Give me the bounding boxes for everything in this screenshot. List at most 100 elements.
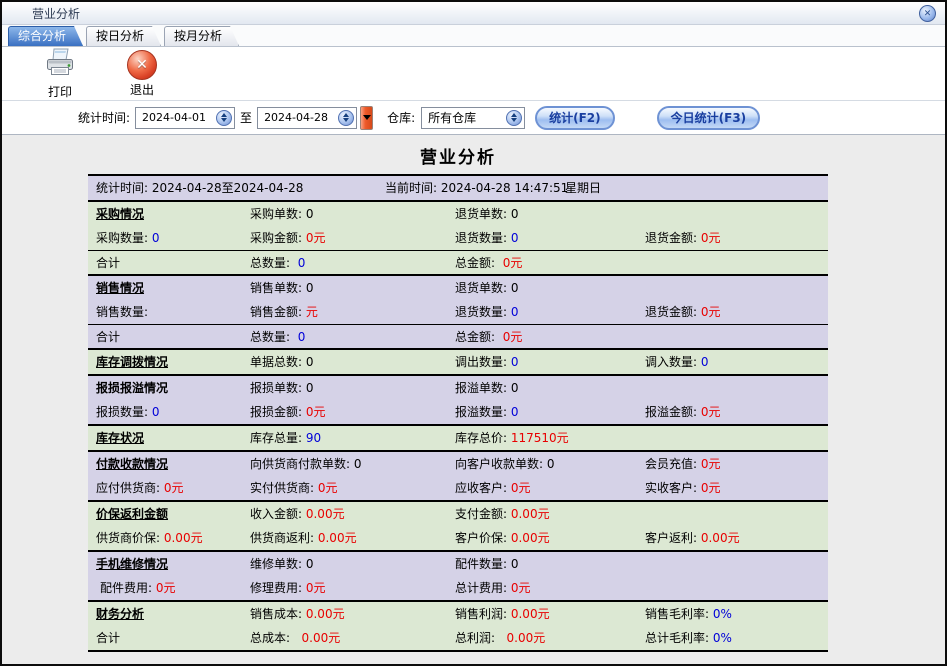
report-cell: 付款收款情况	[96, 452, 168, 476]
report-cell: 合计	[96, 251, 120, 275]
report-cell: 采购金额: 0元	[250, 226, 326, 250]
period-label: 统计时间:	[78, 109, 130, 126]
report-cell: 合计	[96, 626, 120, 650]
window-title: 营业分析	[32, 5, 80, 22]
exit-icon: ✕	[127, 50, 157, 80]
to-label: 至	[240, 109, 252, 126]
report-cell: 采购情况	[96, 202, 144, 226]
report-cell: 销售数量:	[96, 300, 152, 324]
exit-button[interactable]: ✕ 退出	[114, 50, 170, 98]
date-to-spinner-icon[interactable]	[338, 110, 354, 126]
tab-bar: 综合分析 按日分析 按月分析	[2, 25, 945, 47]
report-cell: 供货商返利: 0.00元	[250, 526, 357, 550]
report-row: 合计总数量: 0总金额: 0元	[88, 324, 828, 348]
report-row: 供货商价保: 0.00元 供货商返利: 0.00元 客户价保: 0.00元 客户返利:…	[88, 526, 828, 550]
report-section: 采购情况采购单数: 0退货单数: 0采购数量: 0采购金额: 0元退货数量: 0…	[88, 200, 828, 274]
report-row: 合计 总数量: 0 总金额: 0元	[88, 250, 828, 274]
report-section: 库存调拨情况单据总数: 0调出数量: 0调入数量: 0	[88, 348, 828, 374]
calendar-dropdown-button[interactable]	[360, 106, 373, 130]
report-cell: 报损报溢情况	[96, 376, 168, 400]
warehouse-value: 所有仓库	[428, 109, 476, 126]
tab-comprehensive-analysis[interactable]: 综合分析	[8, 26, 83, 46]
report-row: 价保返利金额收入金额: 0.00元支付金额: 0.00元	[88, 502, 828, 526]
report-cell: 总计毛利率: 0%	[645, 626, 732, 650]
report-cell: 供货商价保: 0.00元	[96, 526, 203, 550]
report-cell: 配件费用: 0元	[100, 576, 176, 600]
report-cell: 总利润: 0.00元	[455, 626, 545, 650]
tab-monthly-analysis[interactable]: 按月分析	[164, 26, 239, 46]
report-row: 统计时间: 2024-04-28至2024-04-28当前时间: 2024-04…	[88, 176, 828, 200]
print-button[interactable]: 打印	[32, 47, 88, 100]
report-cell: 总数量: 0	[250, 251, 305, 275]
report-cell: 报溢金额: 0元	[645, 400, 721, 424]
today-stat-button[interactable]: 今日统计(F3)	[657, 106, 761, 130]
report-cell: 退货数量: 0	[455, 226, 519, 250]
report-cell: 总金额: 0元	[455, 251, 522, 275]
business-analysis-window: 营业分析 ✕ 综合分析 按日分析 按月分析	[0, 0, 947, 666]
report-cell: 退货金额: 0元	[645, 226, 721, 250]
report-cell: 报损单数: 0	[250, 376, 314, 400]
date-from-value: 2024-04-01	[142, 111, 206, 124]
report-cell: 配件数量: 0	[455, 552, 519, 576]
report-row: 报损报溢情况报损单数: 0报溢单数: 0	[88, 376, 828, 400]
exit-label: 退出	[130, 81, 154, 98]
report-title: 营业分析	[88, 143, 828, 168]
report-row: 报损数量: 0报损金额: 0元报溢数量: 0报溢金额: 0元	[88, 400, 828, 424]
report-cell: 合计	[96, 325, 120, 349]
report-row: 销售数量: 销售金额: 元退货数量: 0退货金额: 0元	[88, 300, 828, 324]
report-cell: 统计时间: 2024-04-28至2024-04-28	[96, 176, 303, 200]
print-label: 打印	[48, 83, 72, 100]
report-section: 手机维修情况维修单数: 0配件数量: 0配件费用: 0元修理费用: 0元总计费用…	[88, 550, 828, 600]
date-from-field[interactable]: 2024-04-01	[135, 107, 235, 129]
report-cell: 调出数量: 0	[455, 350, 519, 374]
report-row: 手机维修情况维修单数: 0配件数量: 0	[88, 552, 828, 576]
tab-label: 按日分析	[96, 29, 144, 43]
close-icon: ✕	[924, 9, 932, 19]
close-button[interactable]: ✕	[919, 5, 936, 22]
report-row: 财务分析销售成本: 0.00元销售利润: 0.00元销售毛利率: 0%	[88, 602, 828, 626]
date-to-field[interactable]: 2024-04-28	[257, 107, 357, 129]
report-cell: 总数量: 0	[250, 325, 305, 349]
date-from-spinner-icon[interactable]	[216, 110, 232, 126]
report-cell: 报损数量: 0	[96, 400, 160, 424]
report-row: 库存状况 库存总量: 90 库存总价: 117510元	[88, 426, 828, 450]
warehouse-spinner-icon[interactable]	[506, 110, 522, 126]
report-cell: 应付供货商: 0元	[96, 476, 184, 500]
report-section: 库存状况 库存总量: 90 库存总价: 117510元	[88, 424, 828, 450]
report-cell: 销售毛利率: 0%	[645, 602, 732, 626]
report-cell: 星期日	[565, 176, 601, 200]
dropdown-arrow-icon	[363, 115, 371, 120]
report-cell: 会员充值: 0元	[645, 452, 721, 476]
report-cell: 实付供货商: 0元	[250, 476, 338, 500]
report-cell: 库存总价: 117510元	[455, 426, 569, 450]
report-table: 统计时间: 2024-04-28至2024-04-28当前时间: 2024-04…	[88, 174, 828, 652]
report-cell: 库存状况	[96, 426, 144, 450]
report-cell: 退货金额: 0元	[645, 300, 721, 324]
report-row: 采购情况采购单数: 0退货单数: 0	[88, 202, 828, 226]
report-cell: 客户返利: 0.00元	[645, 526, 740, 550]
report-cell: 退货单数: 0	[455, 202, 519, 226]
report-row: 配件费用: 0元修理费用: 0元总计费用: 0元	[88, 576, 828, 600]
toolbar: 打印 ✕ 退出	[2, 47, 945, 101]
report-cell: 销售利润: 0.00元	[455, 602, 550, 626]
report-row: 付款收款情况向供货商付款单数: 0向客户收款单数: 0会员充值: 0元	[88, 452, 828, 476]
tab-daily-analysis[interactable]: 按日分析	[86, 26, 161, 46]
report-cell: 退货单数: 0	[455, 276, 519, 300]
report-cell: 客户价保: 0.00元	[455, 526, 550, 550]
report-cell: 总成本: 0.00元	[250, 626, 340, 650]
printer-icon	[44, 47, 76, 82]
report-cell: 退货数量: 0	[455, 300, 519, 324]
stat-button[interactable]: 统计(F2)	[535, 106, 615, 130]
report-section: 销售情况销售单数: 0退货单数: 0销售数量: 销售金额: 元退货数量: 0退货…	[88, 274, 828, 348]
report-section: 统计时间: 2024-04-28至2024-04-28当前时间: 2024-04…	[88, 176, 828, 200]
report-row: 采购数量: 0采购金额: 0元退货数量: 0退货金额: 0元	[88, 226, 828, 250]
warehouse-select[interactable]: 所有仓库	[421, 107, 525, 129]
report-cell: 向供货商付款单数: 0	[250, 452, 362, 476]
report-cell: 应收客户: 0元	[455, 476, 531, 500]
report-row: 应付供货商: 0元实付供货商: 0元应收客户: 0元实收客户: 0元	[88, 476, 828, 500]
tab-label: 按月分析	[174, 29, 222, 43]
report-cell: 单据总数: 0	[250, 350, 314, 374]
report-cell: 库存总量: 90	[250, 426, 321, 450]
report-row: 库存调拨情况单据总数: 0调出数量: 0调入数量: 0	[88, 350, 828, 374]
report-cell: 支付金额: 0.00元	[455, 502, 550, 526]
